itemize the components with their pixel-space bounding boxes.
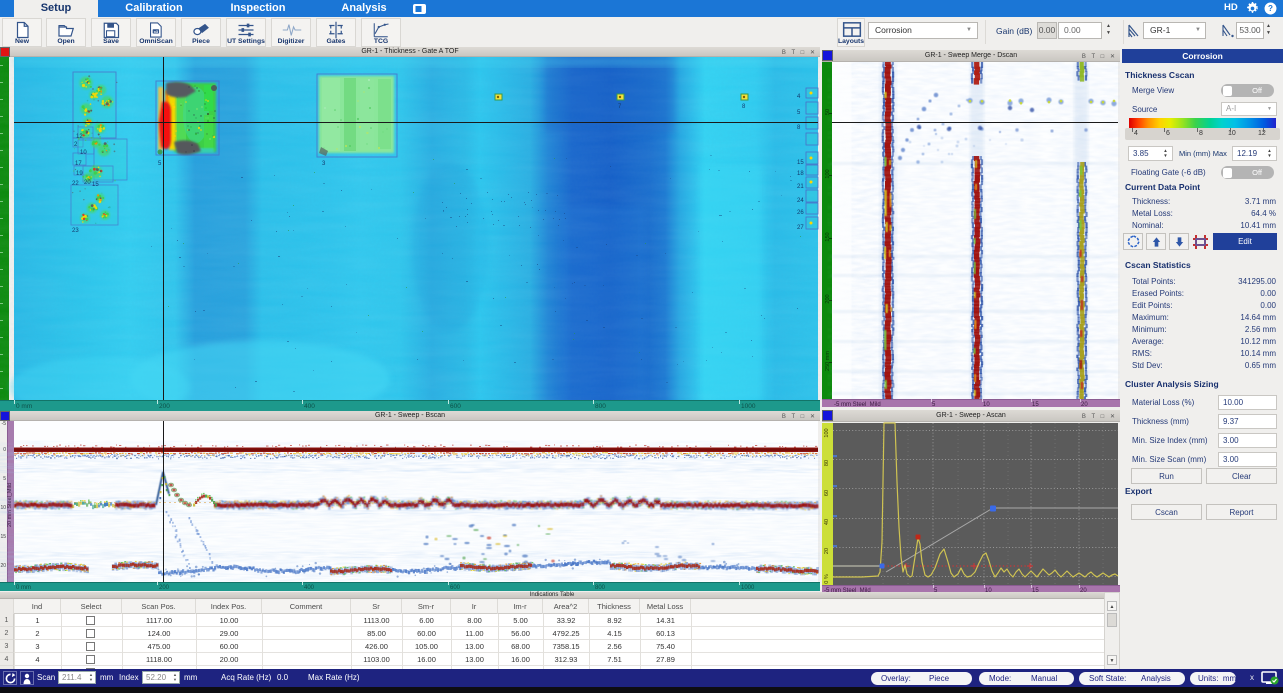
svg-text:20: 20 (0, 563, 6, 569)
svg-text:24: 24 (797, 198, 804, 204)
svg-text:18: 18 (797, 171, 804, 177)
svg-text:20 mm Steel_Mild: 20 mm Steel_Mild (7, 483, 13, 527)
svg-text:200: 200 (159, 585, 170, 591)
svg-text:600: 600 (450, 403, 461, 410)
svg-text:0: 0 (3, 447, 6, 453)
svg-text:-5 mm Steel_Mild: -5 mm Steel_Mild (834, 402, 881, 407)
svg-text:10: 10 (80, 150, 87, 156)
svg-text:200: 200 (159, 403, 170, 410)
svg-text:21: 21 (797, 184, 804, 190)
svg-text:27: 27 (797, 225, 804, 231)
svg-text:150: 150 (825, 232, 831, 241)
svg-text:0 mm: 0 mm (16, 585, 31, 591)
svg-text:10: 10 (0, 505, 6, 511)
svg-text:400: 400 (304, 403, 315, 410)
svg-text:15: 15 (797, 160, 804, 166)
svg-text:?: ? (1268, 4, 1273, 13)
svg-text:10: 10 (983, 402, 990, 407)
svg-text:1000: 1000 (741, 403, 756, 410)
svg-text:0 mm: 0 mm (16, 403, 32, 410)
svg-text:400: 400 (304, 585, 315, 591)
svg-text:600: 600 (450, 585, 461, 591)
svg-text:20: 20 (1081, 402, 1088, 407)
svg-text:17: 17 (75, 161, 82, 167)
svg-text:40: 40 (824, 519, 830, 525)
svg-text:100: 100 (825, 169, 831, 178)
svg-text:0 %: 0 % (824, 574, 830, 584)
svg-text:22: 22 (72, 181, 79, 187)
svg-text:20: 20 (824, 548, 830, 554)
svg-text:15: 15 (92, 182, 99, 188)
svg-text:-5: -5 (2, 421, 7, 427)
svg-text:250 mm: 250 mm (825, 351, 831, 371)
svg-text:19: 19 (76, 171, 83, 177)
svg-text:200: 200 (825, 294, 831, 303)
svg-text:80: 80 (824, 460, 830, 466)
svg-text:12: 12 (76, 134, 83, 140)
svg-text:20: 20 (84, 180, 91, 186)
svg-text:50: 50 (825, 109, 831, 115)
svg-text:800: 800 (595, 585, 606, 591)
svg-text:800: 800 (595, 403, 606, 410)
svg-text:1000: 1000 (741, 585, 755, 591)
svg-text:15: 15 (1032, 402, 1039, 407)
svg-text:26: 26 (797, 210, 804, 216)
svg-text:15: 15 (0, 534, 6, 540)
svg-text:100: 100 (824, 428, 830, 437)
svg-text:5: 5 (3, 476, 6, 482)
svg-text:60: 60 (824, 490, 830, 496)
svg-text:23: 23 (72, 228, 79, 234)
